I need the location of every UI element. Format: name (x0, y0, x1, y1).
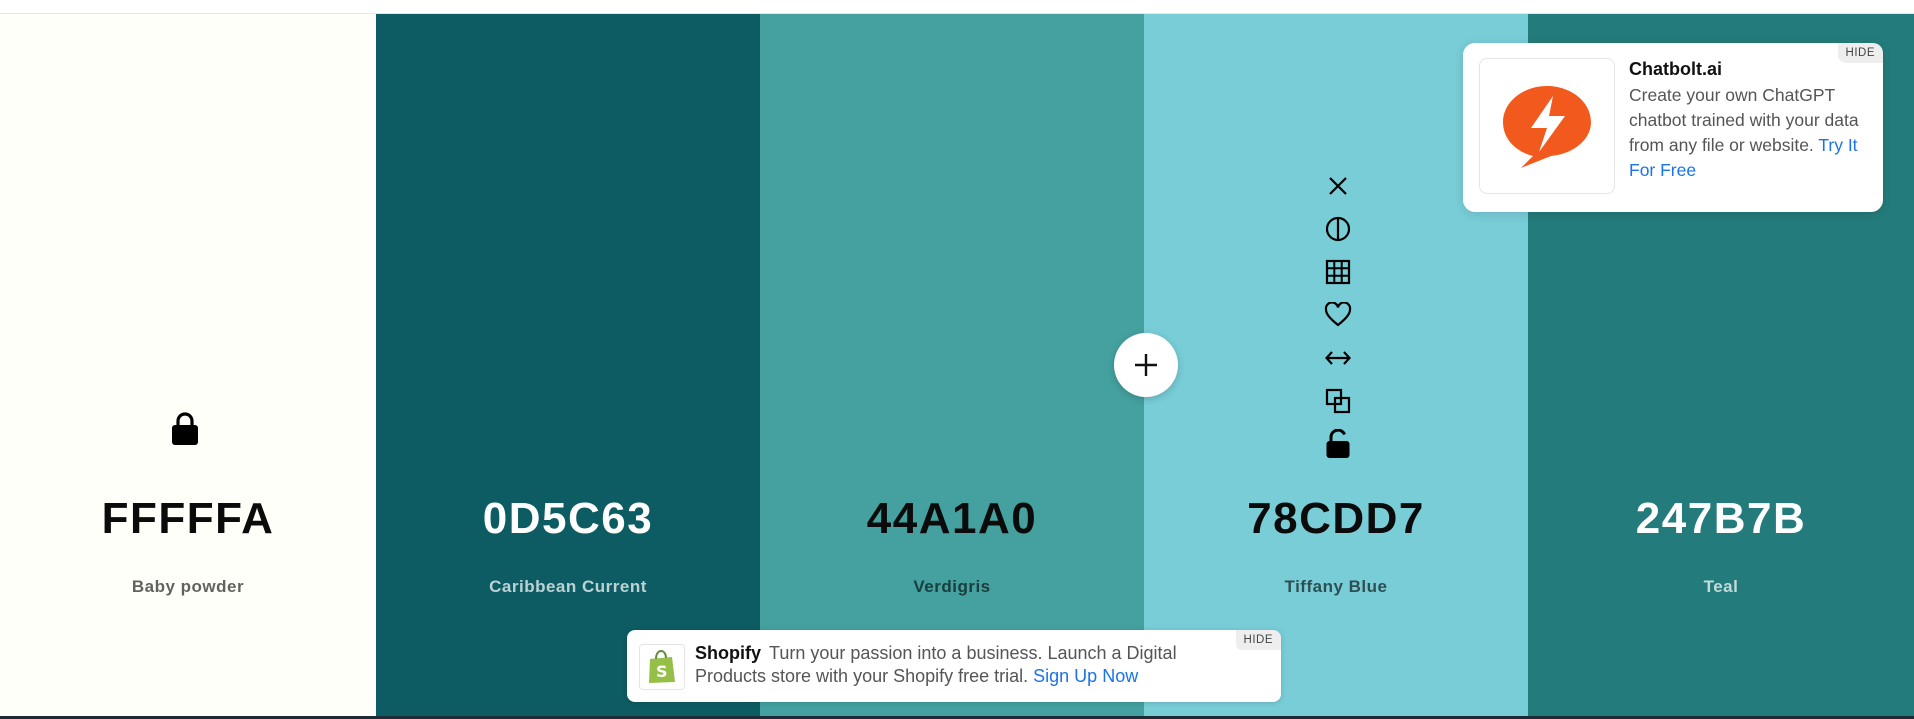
color-hex-code[interactable]: 247B7B (1528, 494, 1914, 544)
color-hex-code[interactable]: 78CDD7 (1144, 494, 1528, 544)
lock-icon[interactable] (170, 412, 200, 446)
shades-grid-icon[interactable] (1322, 256, 1354, 288)
unlock-icon[interactable] (1322, 428, 1354, 460)
chatbolt-logo (1479, 58, 1615, 194)
bottom-ad-text: Shopify Turn your passion into a business… (695, 642, 1215, 688)
color-name[interactable]: Verdigris (760, 577, 1144, 597)
hide-sponsor-button[interactable]: HIDE (1837, 43, 1883, 63)
sponsor-card[interactable]: HIDE Chatbolt.ai Create your own ChatGPT… (1463, 43, 1883, 212)
bottom-ad-brand: Shopify (695, 643, 761, 663)
sponsor-title: Chatbolt.ai (1629, 59, 1722, 79)
color-swatch[interactable]: FFFFFA Baby powder (0, 14, 376, 716)
bottom-ad-link[interactable]: Sign Up Now (1033, 666, 1138, 686)
contrast-icon[interactable] (1322, 213, 1354, 245)
plus-icon (1135, 354, 1157, 376)
sponsor-text: Create your own ChatGPT chatbot trained … (1629, 83, 1869, 183)
copy-icon[interactable] (1322, 385, 1354, 417)
shopify-logo: S (639, 644, 685, 690)
drag-arrows-icon[interactable] (1322, 342, 1354, 374)
top-bar (0, 0, 1914, 14)
swatch-toolbar (1322, 170, 1354, 471)
color-swatch[interactable]: 44A1A0 Verdigris (760, 14, 1144, 716)
color-swatch[interactable]: 0D5C63 Caribbean Current (376, 14, 760, 716)
hide-ad-button[interactable]: HIDE (1235, 630, 1281, 650)
color-name[interactable]: Teal (1528, 577, 1914, 597)
color-name[interactable]: Baby powder (0, 577, 376, 597)
color-name[interactable]: Caribbean Current (376, 577, 760, 597)
svg-text:S: S (656, 662, 668, 681)
color-hex-code[interactable]: 0D5C63 (376, 494, 760, 544)
color-name[interactable]: Tiffany Blue (1144, 577, 1528, 597)
heart-icon[interactable] (1322, 299, 1354, 331)
add-color-button[interactable] (1114, 333, 1178, 397)
close-icon[interactable] (1322, 170, 1354, 202)
bottom-ad-banner[interactable]: S Shopify Turn your passion into a busine… (627, 630, 1281, 702)
color-hex-code[interactable]: 44A1A0 (760, 494, 1144, 544)
color-hex-code[interactable]: FFFFFA (0, 494, 376, 544)
